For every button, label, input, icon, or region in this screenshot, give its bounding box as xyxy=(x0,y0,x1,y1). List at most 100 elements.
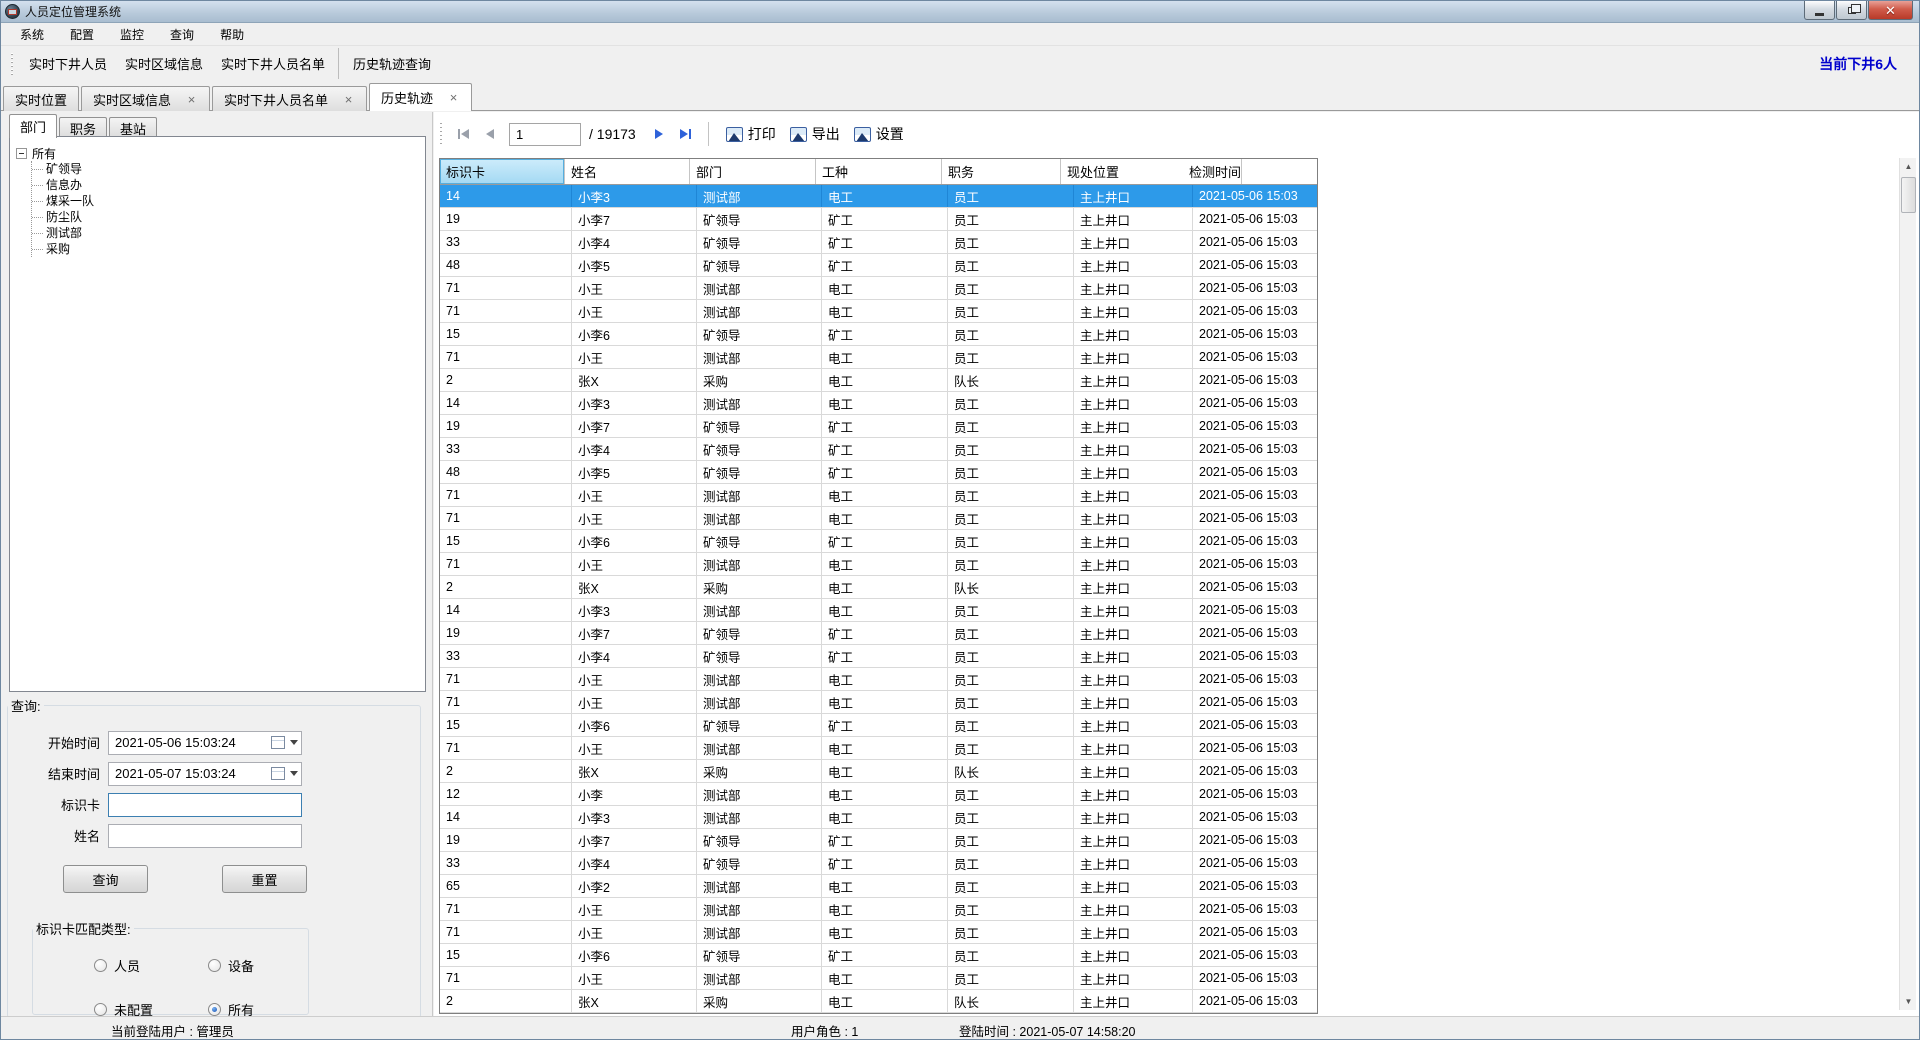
table-cell[interactable]: 电工 xyxy=(822,668,948,690)
table-cell[interactable]: 14 xyxy=(440,392,572,414)
table-cell[interactable]: 主上井口 xyxy=(1074,921,1193,943)
table-cell[interactable]: 电工 xyxy=(822,346,948,368)
table-cell[interactable]: 员工 xyxy=(948,714,1074,736)
field-input[interactable] xyxy=(108,793,302,817)
table-cell[interactable]: 电工 xyxy=(822,990,948,1012)
column-header[interactable]: 部门 xyxy=(690,159,816,184)
table-cell[interactable]: 矿领导 xyxy=(697,852,822,874)
table-cell[interactable]: 15 xyxy=(440,944,572,966)
table-row[interactable]: 15 小李6 矿领导 矿工 员工 主上井口 2021-05-06 15:03 xyxy=(440,714,1317,737)
table-cell[interactable]: 矿工 xyxy=(822,231,948,253)
next-page-button[interactable] xyxy=(646,122,672,146)
close-tab-icon[interactable]: × xyxy=(342,92,355,107)
table-cell[interactable]: 2021-05-06 15:03 xyxy=(1193,990,1315,1012)
table-cell[interactable]: 主上井口 xyxy=(1074,760,1193,782)
column-header[interactable]: 职务 xyxy=(942,159,1061,184)
toolbar-button[interactable]: 历史轨迹查询 xyxy=(338,48,440,79)
table-cell[interactable]: 19 xyxy=(440,829,572,851)
table-cell[interactable]: 电工 xyxy=(822,921,948,943)
table-cell[interactable]: 2021-05-06 15:03 xyxy=(1193,737,1315,759)
table-cell[interactable]: 队长 xyxy=(948,990,1074,1012)
radio-option[interactable]: 人员 xyxy=(94,956,140,975)
table-cell[interactable]: 33 xyxy=(440,852,572,874)
table-cell[interactable]: 2021-05-06 15:03 xyxy=(1193,714,1315,736)
table-cell[interactable]: 员工 xyxy=(948,553,1074,575)
table-cell[interactable]: 48 xyxy=(440,254,572,276)
table-cell[interactable]: 矿工 xyxy=(822,461,948,483)
table-cell[interactable]: 主上井口 xyxy=(1074,875,1193,897)
table-cell[interactable]: 矿工 xyxy=(822,323,948,345)
table-cell[interactable]: 12 xyxy=(440,783,572,805)
table-cell[interactable]: 员工 xyxy=(948,783,1074,805)
table-cell[interactable]: 小李2 xyxy=(572,875,697,897)
table-cell[interactable]: 员工 xyxy=(948,438,1074,460)
table-cell[interactable]: 员工 xyxy=(948,645,1074,667)
table-cell[interactable]: 小李3 xyxy=(572,185,697,207)
toolbar-button[interactable]: 实时下井人员 xyxy=(20,48,116,79)
table-cell[interactable]: 2021-05-06 15:03 xyxy=(1193,645,1315,667)
table-cell[interactable]: 小王 xyxy=(572,484,697,506)
table-row[interactable]: 14 小李3 测试部 电工 员工 主上井口 2021-05-06 15:03 xyxy=(440,185,1317,208)
table-cell[interactable]: 员工 xyxy=(948,208,1074,230)
table-row[interactable]: 2 张X 采购 电工 队长 主上井口 2021-05-06 15:03 xyxy=(440,990,1317,1013)
table-cell[interactable]: 员工 xyxy=(948,415,1074,437)
table-cell[interactable]: 71 xyxy=(440,277,572,299)
table-cell[interactable]: 2021-05-06 15:03 xyxy=(1193,875,1315,897)
table-cell[interactable]: 员工 xyxy=(948,599,1074,621)
table-cell[interactable]: 2021-05-06 15:03 xyxy=(1193,967,1315,989)
table-cell[interactable]: 主上井口 xyxy=(1074,185,1193,207)
table-cell[interactable]: 电工 xyxy=(822,898,948,920)
menu-item[interactable]: 监控 xyxy=(107,23,157,46)
table-cell[interactable]: 2021-05-06 15:03 xyxy=(1193,185,1315,207)
table-cell[interactable]: 2021-05-06 15:03 xyxy=(1193,576,1315,598)
table-cell[interactable]: 电工 xyxy=(822,691,948,713)
table-row[interactable]: 71 小王 测试部 电工 员工 主上井口 2021-05-06 15:03 xyxy=(440,668,1317,691)
table-cell[interactable]: 主上井口 xyxy=(1074,668,1193,690)
table-row[interactable]: 71 小王 测试部 电工 员工 主上井口 2021-05-06 15:03 xyxy=(440,346,1317,369)
table-cell[interactable]: 电工 xyxy=(822,576,948,598)
table-cell[interactable]: 员工 xyxy=(948,921,1074,943)
table-cell[interactable]: 小王 xyxy=(572,921,697,943)
menu-item[interactable]: 查询 xyxy=(157,23,207,46)
table-cell[interactable]: 测试部 xyxy=(697,875,822,897)
table-cell[interactable]: 电工 xyxy=(822,599,948,621)
table-cell[interactable]: 队长 xyxy=(948,369,1074,391)
table-cell[interactable]: 2021-05-06 15:03 xyxy=(1193,507,1315,529)
table-cell[interactable]: 测试部 xyxy=(697,277,822,299)
table-cell[interactable]: 主上井口 xyxy=(1074,691,1193,713)
table-cell[interactable]: 71 xyxy=(440,484,572,506)
table-cell[interactable]: 矿领导 xyxy=(697,645,822,667)
table-cell[interactable]: 2021-05-06 15:03 xyxy=(1193,438,1315,460)
table-cell[interactable]: 员工 xyxy=(948,875,1074,897)
table-row[interactable]: 19 小李7 矿领导 矿工 员工 主上井口 2021-05-06 15:03 xyxy=(440,415,1317,438)
table-cell[interactable]: 小李6 xyxy=(572,323,697,345)
main-tab[interactable]: 实时下井人员名单 × xyxy=(212,86,367,111)
tree-root-node[interactable]: 所有 xyxy=(16,145,419,161)
table-cell[interactable]: 小李3 xyxy=(572,806,697,828)
table-cell[interactable]: 电工 xyxy=(822,507,948,529)
table-cell[interactable]: 主上井口 xyxy=(1074,737,1193,759)
table-cell[interactable]: 小李5 xyxy=(572,461,697,483)
table-cell[interactable]: 小王 xyxy=(572,553,697,575)
table-cell[interactable]: 2 xyxy=(440,369,572,391)
table-row[interactable]: 33 小李4 矿领导 矿工 员工 主上井口 2021-05-06 15:03 xyxy=(440,438,1317,461)
table-cell[interactable]: 电工 xyxy=(822,484,948,506)
minimize-button[interactable] xyxy=(1804,1,1835,20)
table-cell[interactable]: 矿工 xyxy=(822,622,948,644)
table-cell[interactable]: 测试部 xyxy=(697,921,822,943)
table-cell[interactable]: 19 xyxy=(440,622,572,644)
table-cell[interactable]: 小李4 xyxy=(572,852,697,874)
table-cell[interactable]: 主上井口 xyxy=(1074,346,1193,368)
table-cell[interactable]: 主上井口 xyxy=(1074,599,1193,621)
table-row[interactable]: 71 小王 测试部 电工 员工 主上井口 2021-05-06 15:03 xyxy=(440,553,1317,576)
table-cell[interactable]: 电工 xyxy=(822,185,948,207)
table-cell[interactable]: 14 xyxy=(440,599,572,621)
table-cell[interactable]: 员工 xyxy=(948,507,1074,529)
table-cell[interactable]: 主上井口 xyxy=(1074,277,1193,299)
table-cell[interactable]: 主上井口 xyxy=(1074,231,1193,253)
table-cell[interactable]: 主上井口 xyxy=(1074,714,1193,736)
table-cell[interactable]: 71 xyxy=(440,300,572,322)
reset-button[interactable]: 重置 xyxy=(222,865,307,893)
table-cell[interactable]: 2021-05-06 15:03 xyxy=(1193,530,1315,552)
field-input[interactable] xyxy=(108,824,302,848)
